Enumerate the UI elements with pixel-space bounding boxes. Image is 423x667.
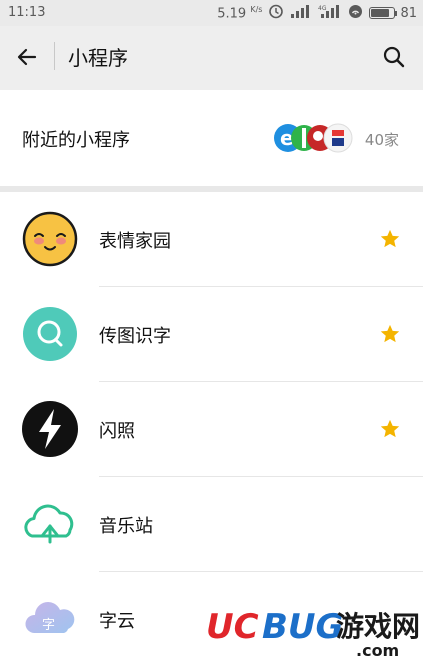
network-speed-value: 5.19 xyxy=(217,6,247,22)
ucbug-watermark-logo: UC BUG 游戏网 .com xyxy=(206,607,420,660)
status-time: 11:13 xyxy=(8,5,46,20)
search-icon xyxy=(383,46,405,68)
list-item-chuantu-shizi[interactable]: 传图识字 xyxy=(0,287,423,382)
watermark-domain: .com xyxy=(356,641,399,660)
page-title: 小程序 xyxy=(68,46,128,70)
star-icon[interactable] xyxy=(379,228,401,250)
svg-text:字: 字 xyxy=(42,618,55,633)
watermark-brand-a: UC xyxy=(206,607,259,647)
list-item-name: 闪照 xyxy=(99,421,135,442)
hotspot-icon xyxy=(348,4,363,23)
star-icon[interactable] xyxy=(379,323,401,345)
nearby-mini-programs[interactable]: 附近的小程序 e 40家 xyxy=(0,90,423,186)
svg-text:4G: 4G xyxy=(318,5,327,12)
list-item-name: 表情家园 xyxy=(99,231,171,252)
magnifier-circle-icon xyxy=(23,307,77,361)
network-speed-unit: K/s xyxy=(250,4,263,14)
watermark-cn-text: 游戏网 xyxy=(336,610,420,643)
word-cloud-icon: 字 xyxy=(25,602,75,633)
battery-tip xyxy=(395,10,398,16)
watermark-brand-b: BUG xyxy=(262,607,343,647)
back-button[interactable] xyxy=(10,40,44,74)
star-icon[interactable] xyxy=(379,418,401,440)
alarm-icon xyxy=(268,3,284,23)
list-item-yinyue-zhan[interactable]: 音乐站 xyxy=(0,477,423,572)
battery-icon xyxy=(369,7,396,19)
nearby-label: 附近的小程序 xyxy=(22,130,130,151)
smiley-face-icon xyxy=(22,211,78,267)
nearby-count: 40家 xyxy=(364,131,399,149)
status-right-group: 5.19 K/s 4G 81 xyxy=(217,3,417,23)
nav-divider xyxy=(54,42,55,70)
mini-program-list: 表情家园 传图识字 闪照 音乐站 字 字云 xyxy=(0,192,423,667)
list-item-shanzhao[interactable]: 闪照 xyxy=(0,382,423,477)
list-item-name: 传图识字 xyxy=(99,326,171,347)
list-item-biaoqing-jiayuan[interactable]: 表情家园 xyxy=(0,192,423,287)
battery-level: 81 xyxy=(400,5,417,21)
status-bar: 11:13 5.19 K/s 4G 81 xyxy=(0,0,423,26)
search-button[interactable] xyxy=(377,40,411,74)
arrow-left-icon xyxy=(17,48,37,66)
signal-icon xyxy=(290,4,312,22)
lightning-icon xyxy=(22,401,78,457)
network-speed: 5.19 K/s xyxy=(217,5,262,21)
battery-indicator: 81 xyxy=(369,6,417,21)
signal-4g-icon: 4G xyxy=(318,4,342,22)
battery-fill xyxy=(371,9,389,17)
list-item-name: 字云 xyxy=(99,611,135,632)
nearby-logos: e xyxy=(274,123,353,153)
music-cloud-icon xyxy=(24,504,74,544)
list-item-name: 音乐站 xyxy=(99,516,153,537)
nav-bar: 小程序 xyxy=(0,26,423,90)
